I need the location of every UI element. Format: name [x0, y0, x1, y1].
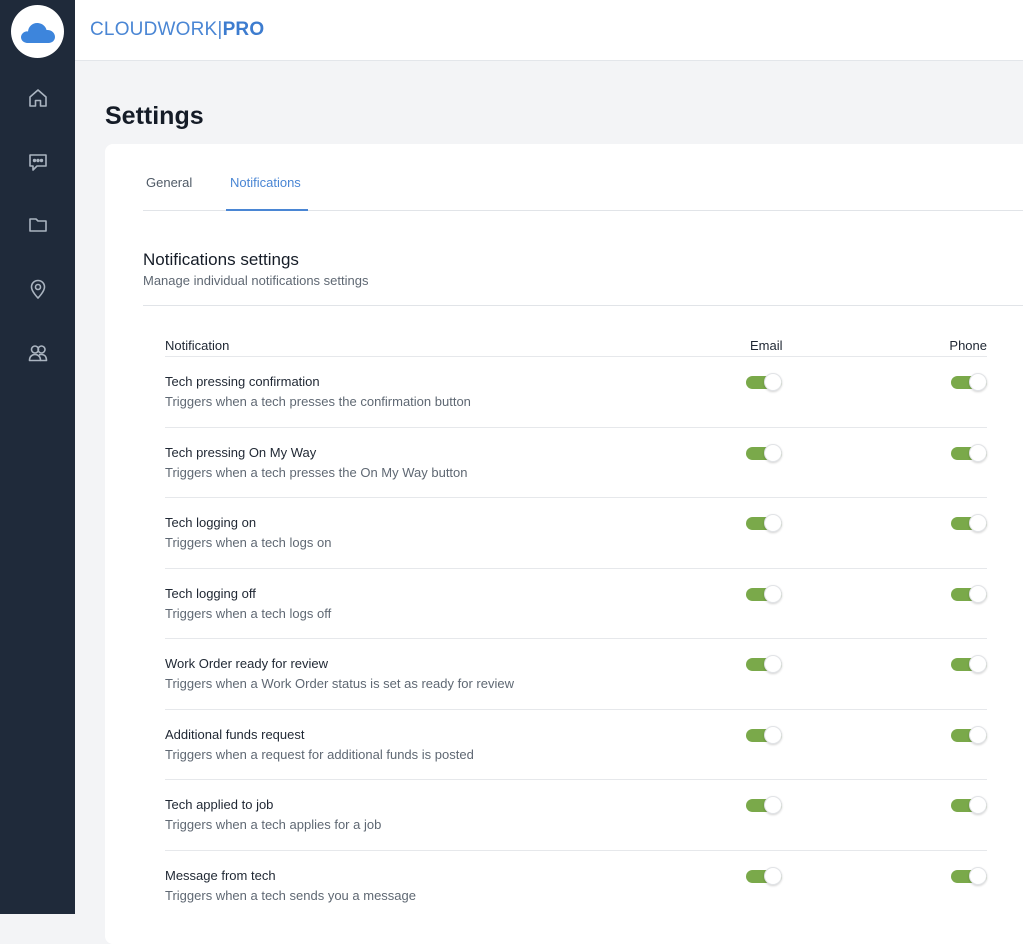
- toggle-knob: [969, 725, 987, 744]
- email-toggle[interactable]: [746, 725, 782, 744]
- section-subtitle: Manage individual notifications settings: [143, 273, 369, 288]
- header-notification: Notification: [165, 338, 230, 353]
- toggle-knob: [764, 796, 782, 814]
- notification-description: Triggers when a tech presses the confirm…: [165, 394, 471, 409]
- toggle-knob: [764, 514, 782, 532]
- active-tab-indicator: [226, 209, 308, 211]
- toggle-knob: [764, 725, 782, 744]
- phone-toggle[interactable]: [951, 443, 987, 462]
- table-row: Additional funds request Triggers when a …: [165, 710, 987, 780]
- tab-notifications[interactable]: Notifications: [230, 175, 301, 190]
- toggle-knob: [764, 373, 782, 391]
- table-row: Message from tech Triggers when a tech se…: [165, 851, 987, 922]
- brand-suffix: PRO: [222, 19, 265, 40]
- nav-locations[interactable]: [24, 275, 52, 303]
- phone-toggle[interactable]: [951, 514, 987, 532]
- toggle-knob: [969, 514, 987, 532]
- notification-name: Tech pressing On My Way: [165, 444, 317, 460]
- email-toggle[interactable]: [746, 443, 782, 462]
- email-toggle[interactable]: [746, 373, 782, 391]
- table-row: Tech logging off Triggers when a tech log…: [165, 569, 987, 639]
- phone-toggle[interactable]: [951, 725, 987, 744]
- cloud-icon: [20, 22, 55, 43]
- top-bar: CLOUDWORK|PRO: [75, 0, 1023, 61]
- cloud-logo[interactable]: [11, 5, 64, 58]
- users-icon: [28, 345, 48, 362]
- toggle-knob: [764, 443, 782, 462]
- nav-home[interactable]: [24, 84, 52, 112]
- notification-name: Tech pressing confirmation: [165, 374, 320, 389]
- location-pin-icon: [30, 279, 46, 299]
- notification-description: Triggers when a tech logs on: [165, 535, 332, 550]
- notification-name: Tech applied to job: [165, 797, 274, 812]
- phone-toggle[interactable]: [951, 655, 987, 673]
- notification-name: Tech logging on: [165, 515, 257, 530]
- tab-general[interactable]: General: [146, 175, 192, 190]
- settings-card: General Notifications Notifications sett…: [105, 144, 1023, 944]
- table-body: Tech pressing confirmation Triggers when …: [165, 357, 987, 921]
- tab-bar: General Notifications: [143, 144, 1023, 211]
- toggle-knob: [969, 443, 987, 462]
- toggle-knob: [764, 584, 782, 603]
- header-email: Email: [750, 338, 783, 353]
- notification-description: Triggers when a tech logs off: [165, 605, 332, 621]
- notification-description: Triggers when a request for additional f…: [165, 746, 474, 762]
- toggle-knob: [969, 584, 987, 603]
- nav-files[interactable]: [24, 211, 52, 239]
- phone-toggle[interactable]: [951, 796, 987, 814]
- notification-name: Tech logging off: [165, 585, 256, 601]
- nav-team[interactable]: [24, 339, 52, 367]
- table-row: Tech pressing On My Way Triggers when a t…: [165, 428, 987, 498]
- nav-messages[interactable]: [24, 148, 52, 176]
- home-icon: [29, 89, 47, 107]
- page-title: Settings: [105, 102, 204, 130]
- notification-description: Triggers when a tech applies for a job: [165, 817, 382, 832]
- toggle-knob: [969, 866, 987, 885]
- notification-description: Triggers when a tech sends you a message: [165, 887, 416, 903]
- brand-name: CLOUDWORK: [90, 19, 218, 40]
- email-toggle[interactable]: [746, 584, 782, 603]
- table-row: Work Order ready for review Triggers when…: [165, 639, 987, 710]
- notifications-table: Notification Email Phone Tech pressing c…: [165, 334, 987, 921]
- brand-logo-text[interactable]: CLOUDWORK|PRO: [90, 19, 264, 41]
- section-title: Notifications settings: [143, 250, 299, 269]
- table-row: Tech applied to job Triggers when a tech …: [165, 780, 987, 851]
- section-divider: [143, 305, 1023, 306]
- notification-name: Work Order ready for review: [165, 656, 329, 671]
- phone-toggle[interactable]: [951, 373, 987, 391]
- notification-name: Message from tech: [165, 867, 276, 883]
- table-row: Tech pressing confirmation Triggers when …: [165, 357, 987, 428]
- email-toggle[interactable]: [746, 655, 782, 673]
- toggle-knob: [969, 655, 987, 673]
- toggle-knob: [764, 655, 782, 673]
- toggle-knob: [969, 796, 987, 814]
- sidebar: [0, 0, 75, 914]
- notification-name: Additional funds request: [165, 726, 305, 742]
- phone-toggle[interactable]: [951, 866, 987, 885]
- toggle-knob: [969, 373, 987, 391]
- table-row: Tech logging on Triggers when a tech logs…: [165, 498, 987, 569]
- header-phone: Phone: [949, 338, 987, 353]
- folder-icon: [29, 218, 47, 232]
- table-header: Notification Email Phone: [165, 334, 987, 357]
- phone-toggle[interactable]: [951, 584, 987, 603]
- notification-description: Triggers when a Work Order status is set…: [165, 676, 514, 691]
- email-toggle[interactable]: [746, 796, 782, 814]
- email-toggle[interactable]: [746, 514, 782, 532]
- chat-icon: [29, 154, 47, 171]
- notification-description: Triggers when a tech presses the On My W…: [165, 464, 468, 480]
- email-toggle[interactable]: [746, 866, 782, 885]
- toggle-knob: [764, 866, 782, 885]
